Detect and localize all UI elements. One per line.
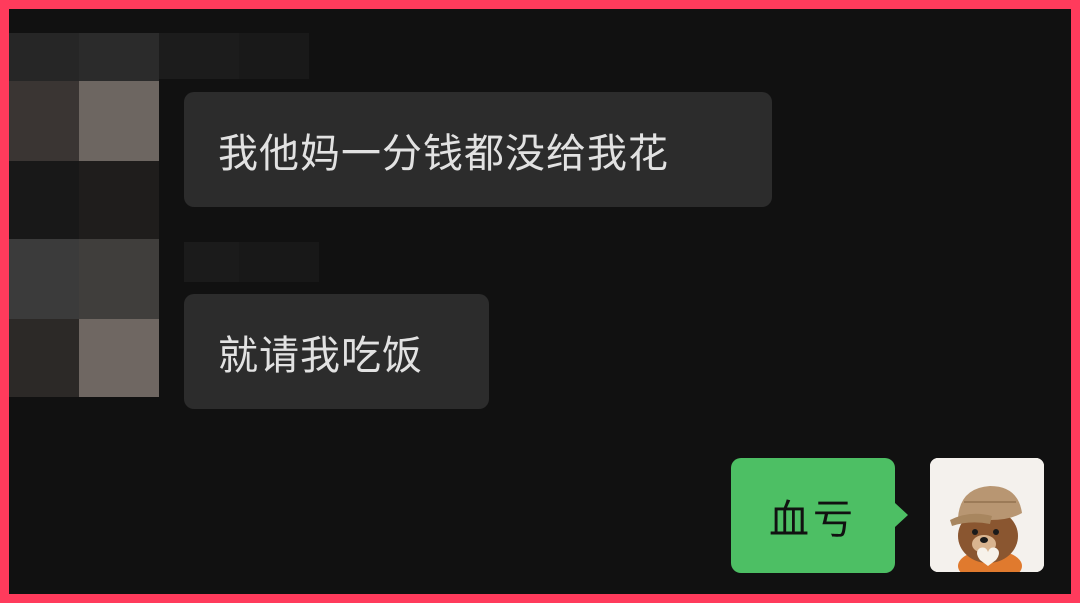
message-text: 就请我吃饭	[218, 332, 423, 379]
self-avatar[interactable]	[930, 458, 1044, 572]
bubble-tail	[895, 503, 908, 527]
incoming-message-bubble[interactable]: 我他妈一分钱都没给我花	[184, 92, 772, 207]
outgoing-message-bubble[interactable]: 血亏	[731, 458, 895, 573]
brown-bear-with-cap-icon	[930, 458, 1044, 572]
incoming-message-bubble[interactable]: 就请我吃饭	[184, 294, 489, 409]
message-text: 血亏	[769, 496, 857, 543]
message-text: 我他妈一分钱都没给我花	[218, 130, 669, 177]
chat-window: 我他妈一分钱都没给我花 就请我吃饭 血亏	[9, 9, 1071, 594]
